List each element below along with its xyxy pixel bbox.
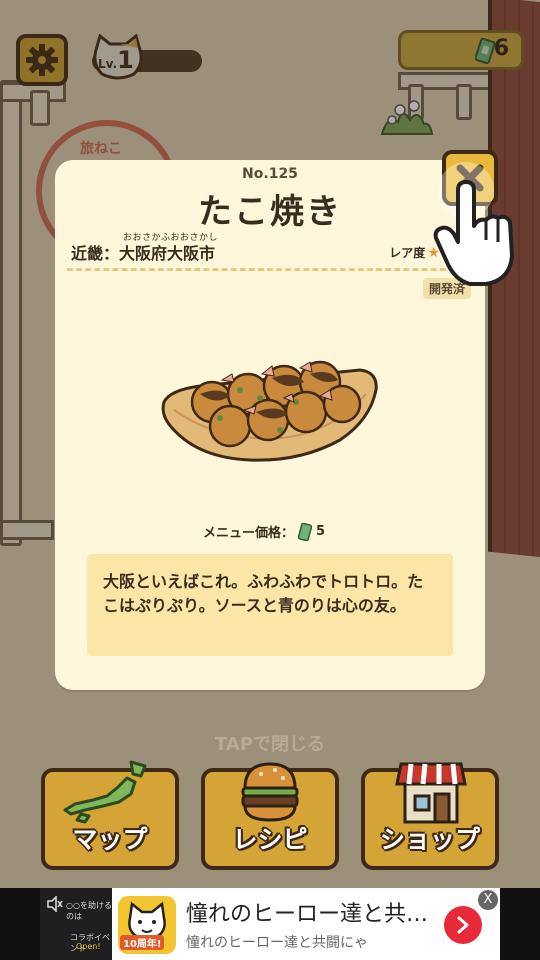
ad-video-thumbnail[interactable]: ○○を助けるのは コラボイベント Open! <box>40 888 112 960</box>
burger-icon <box>241 762 299 822</box>
chevron-right-icon <box>457 916 469 934</box>
rarity-label: レア度 <box>389 246 426 260</box>
takoyaki-illustration <box>161 360 378 462</box>
recipe-label: レシピ <box>232 825 308 854</box>
money-bill-icon <box>298 522 313 541</box>
dish-region: 近畿：大阪府大阪市 <box>71 244 216 263</box>
map-label: マップ <box>72 825 148 854</box>
map-button[interactable]: マップ <box>41 760 179 870</box>
ad-content[interactable]: ○○を助けるのは コラボイベント Open! 10周年! 憧れのヒーロー達と共…… <box>40 888 500 960</box>
shop-button[interactable]: ショップ <box>361 762 499 870</box>
pointing-hand-icon <box>433 162 514 286</box>
description-box: 大阪といえばこれ。ふわふわでトロトロ。たこはぷりぷり。ソースと青のりは心の友。 <box>87 554 453 656</box>
ad-app-icon[interactable]: 10周年! <box>118 896 176 954</box>
ad-close-button[interactable]: X <box>478 890 498 910</box>
ad-thumb-text: ○○を助けるのは <box>66 901 112 921</box>
shop-icon <box>395 762 467 824</box>
price-value: 5 <box>316 524 326 539</box>
dish-title: たこ焼き <box>198 192 342 232</box>
ad-banner[interactable]: ○○を助けるのは コラボイベント Open! 10周年! 憧れのヒーロー達と共…… <box>0 888 540 960</box>
japan-map-icon <box>63 760 147 824</box>
dish-number: No.125 <box>242 166 298 182</box>
shop-label: ショップ <box>379 825 480 854</box>
menu-price: メニュー価格： 5 <box>203 522 325 541</box>
ad-title[interactable]: 憧れのヒーロー達と共… <box>186 896 428 928</box>
dish-description: 大阪といえばこれ。ふわふわでトロトロ。たこはぷりぷり。ソースと青のりは心の友。 <box>103 572 424 615</box>
divider <box>67 268 473 271</box>
price-label: メニュー価格： <box>203 526 295 541</box>
recipe-button[interactable]: レシピ <box>201 762 339 870</box>
recipe-detail-dialog: No.125 たこ焼き おおさかふおおさかし 近畿：大阪府大阪市 レア度 ★★★… <box>55 160 485 690</box>
ad-anniversary-badge: 10周年! <box>120 935 165 950</box>
ad-subtitle[interactable]: 憧れのヒーロー達と共闘にゃ <box>186 932 368 952</box>
mute-icon <box>47 896 63 912</box>
ad-thumb-text: Open! <box>76 942 101 951</box>
tap-to-close-hint: TAPで閉じる <box>214 734 325 755</box>
ad-open-button[interactable] <box>444 906 482 944</box>
